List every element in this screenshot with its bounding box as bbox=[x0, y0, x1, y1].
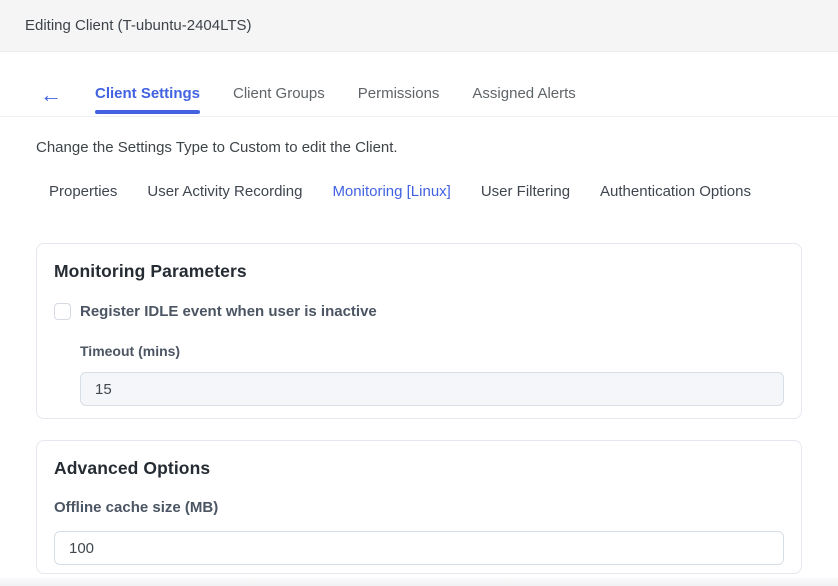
settings-subtabs: Properties User Activity Recording Monit… bbox=[49, 183, 838, 200]
register-idle-checkbox[interactable] bbox=[54, 303, 71, 320]
offline-cache-size-input[interactable] bbox=[54, 531, 784, 565]
tab-permissions[interactable]: Permissions bbox=[358, 85, 440, 116]
monitoring-parameters-card: Monitoring Parameters Register IDLE even… bbox=[36, 243, 802, 419]
subtab-user-activity-recording[interactable]: User Activity Recording bbox=[147, 183, 302, 200]
back-arrow-icon[interactable]: ← bbox=[40, 84, 62, 116]
subtab-user-filtering[interactable]: User Filtering bbox=[481, 183, 570, 200]
monitoring-parameters-title: Monitoring Parameters bbox=[54, 261, 784, 282]
bottom-divider bbox=[0, 578, 838, 586]
subtab-authentication-options[interactable]: Authentication Options bbox=[600, 183, 751, 200]
timeout-field-group: Timeout (mins) bbox=[80, 343, 784, 406]
main-tabbar: ← Client Settings Client Groups Permissi… bbox=[0, 52, 838, 117]
advanced-options-title: Advanced Options bbox=[54, 458, 784, 479]
settings-type-notice: Change the Settings Type to Custom to ed… bbox=[36, 139, 838, 156]
offline-cache-size-label: Offline cache size (MB) bbox=[54, 499, 784, 516]
subtab-monitoring-linux[interactable]: Monitoring [Linux] bbox=[332, 183, 450, 200]
tab-client-settings[interactable]: Client Settings bbox=[95, 85, 200, 116]
tab-client-groups[interactable]: Client Groups bbox=[233, 85, 325, 116]
advanced-options-card: Advanced Options Offline cache size (MB) bbox=[36, 440, 802, 574]
timeout-input[interactable] bbox=[80, 372, 784, 406]
tab-assigned-alerts[interactable]: Assigned Alerts bbox=[472, 85, 575, 116]
page-title: Editing Client (T-ubuntu-2404LTS) bbox=[25, 17, 252, 34]
register-idle-checkbox-label: Register IDLE event when user is inactiv… bbox=[80, 303, 377, 320]
register-idle-checkbox-row[interactable]: Register IDLE event when user is inactiv… bbox=[54, 303, 784, 320]
page-header: Editing Client (T-ubuntu-2404LTS) bbox=[0, 0, 838, 52]
subtab-properties[interactable]: Properties bbox=[49, 183, 117, 200]
timeout-label: Timeout (mins) bbox=[80, 343, 784, 359]
